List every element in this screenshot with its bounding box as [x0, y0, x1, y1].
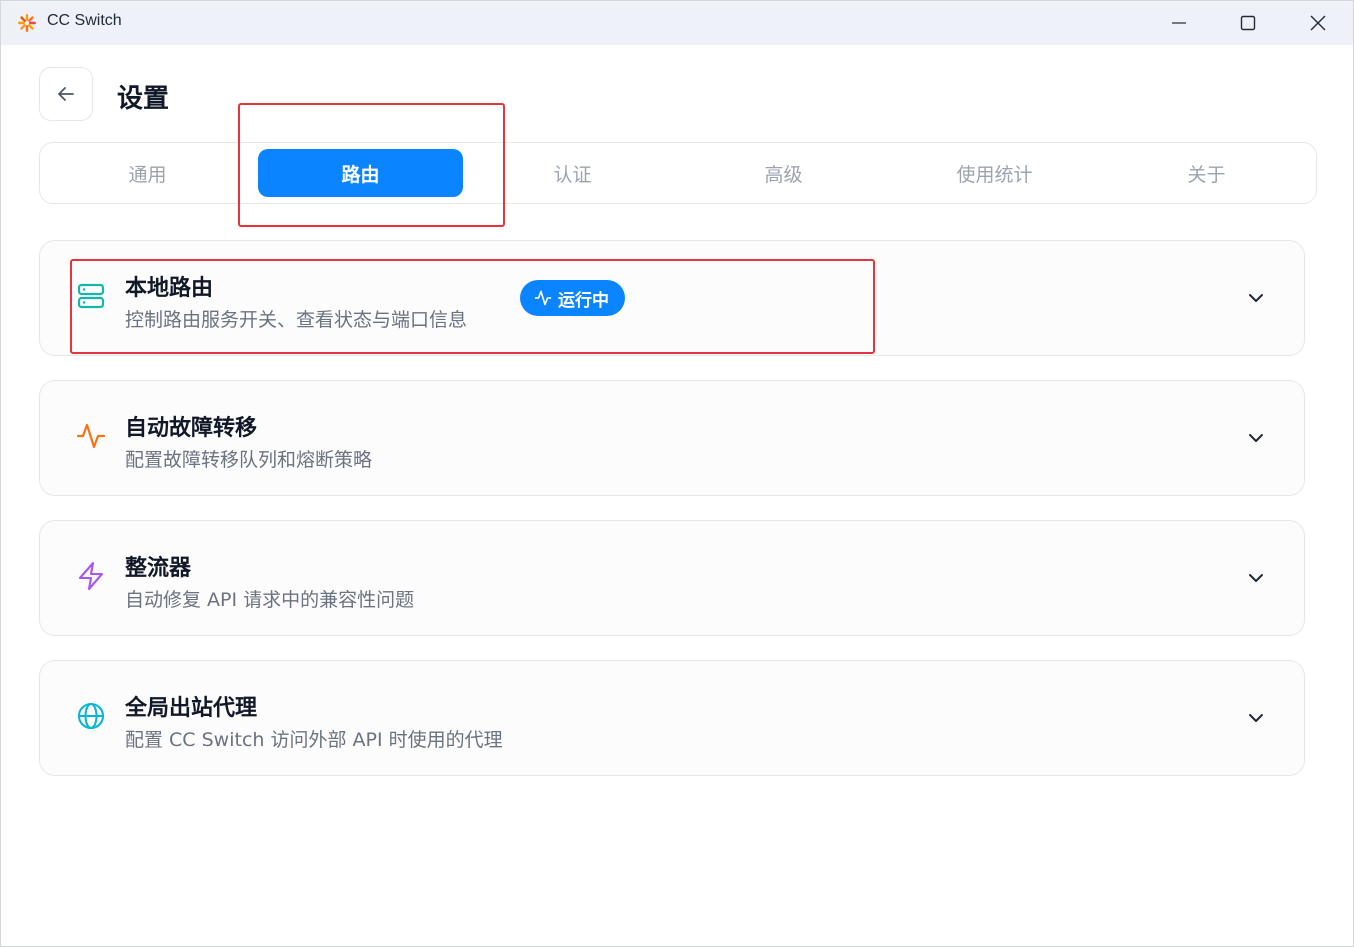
page-title: 设置 [117, 84, 170, 114]
maximize-button[interactable] [1213, 1, 1283, 45]
card-title: 整流器 [125, 556, 192, 581]
app-logo-icon [18, 14, 36, 32]
chevron-down-icon[interactable] [1245, 287, 1267, 309]
zap-icon [78, 561, 104, 591]
app-window: CC Switch 设置 通用 路由 认证 高级 使用统计 关于 本地路由 控制… [0, 0, 1354, 947]
chevron-down-icon[interactable] [1245, 427, 1267, 449]
card-title: 自动故障转移 [125, 416, 258, 441]
globe-icon [77, 702, 105, 730]
title-bar: CC Switch [1, 1, 1353, 45]
activity-icon [76, 423, 106, 449]
card-auto-failover[interactable]: 自动故障转移 配置故障转移队列和熔断策略 [39, 380, 1305, 496]
close-button[interactable] [1283, 1, 1353, 45]
card-rectifier[interactable]: 整流器 自动修复 API 请求中的兼容性问题 [39, 520, 1305, 636]
card-title: 全局出站代理 [125, 696, 258, 721]
card-description: 配置 CC Switch 访问外部 API 时使用的代理 [125, 729, 503, 751]
chevron-down-icon[interactable] [1245, 567, 1267, 589]
tab-general[interactable]: 通用 [45, 149, 250, 197]
chevron-down-icon[interactable] [1245, 707, 1267, 729]
card-description: 配置故障转移队列和熔断策略 [125, 449, 373, 471]
card-description: 自动修复 API 请求中的兼容性问题 [125, 589, 415, 611]
card-global-proxy[interactable]: 全局出站代理 配置 CC Switch 访问外部 API 时使用的代理 [39, 660, 1305, 776]
tab-usage-stats[interactable]: 使用统计 [892, 149, 1097, 197]
tab-advanced[interactable]: 高级 [681, 149, 886, 197]
annotation-box-routing-tab [238, 103, 505, 227]
minimize-button[interactable] [1144, 1, 1214, 45]
tab-about[interactable]: 关于 [1104, 149, 1309, 197]
arrow-left-icon [58, 87, 74, 101]
window-title: CC Switch [47, 12, 122, 29]
maximize-icon [1240, 15, 1256, 31]
close-icon [1310, 15, 1326, 31]
back-button[interactable] [39, 67, 93, 121]
settings-tabs: 通用 路由 认证 高级 使用统计 关于 [39, 142, 1317, 204]
minimize-icon [1172, 22, 1186, 24]
annotation-box-local-routing [70, 259, 875, 354]
